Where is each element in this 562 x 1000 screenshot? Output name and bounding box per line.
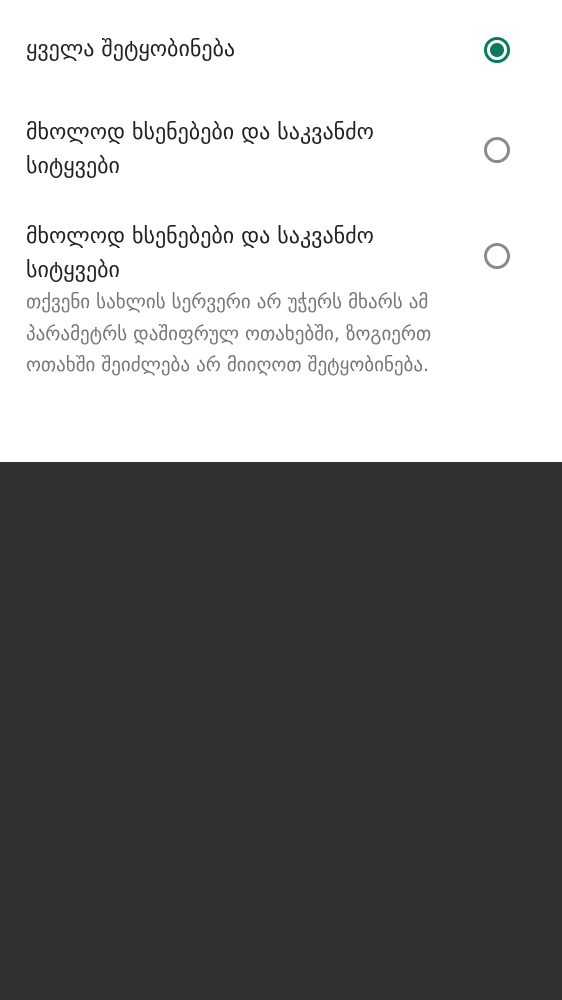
- option-all-messages[interactable]: ყველა შეტყობინება: [0, 14, 562, 86]
- option-mentions-keywords-label: მხოლოდ ხსენებები და საკვანძო სიტყვები: [26, 120, 374, 179]
- option-encrypted-description: თქვენი სახლის სერვერი არ უჭერს მხარს ამ …: [26, 291, 432, 376]
- background-scrim[interactable]: [0, 462, 562, 1000]
- radio-all-messages[interactable]: [484, 37, 510, 63]
- option-all-messages-label: ყველა შეტყობინება: [26, 37, 236, 62]
- radio-selected-dot: [490, 43, 504, 57]
- notification-options-sheet: ყველა შეტყობინება მხოლოდ ხსენებები და სა…: [0, 0, 562, 462]
- option-mentions-keywords-encrypted[interactable]: მხოლოდ ხსენებები და საკვანძო სიტყვები თქ…: [0, 208, 562, 452]
- radio-mentions-keywords-encrypted[interactable]: [484, 243, 510, 269]
- option-mentions-keywords[interactable]: მხოლოდ ხსენებები და საკვანძო სიტყვები: [0, 104, 562, 196]
- radio-mentions-keywords[interactable]: [484, 137, 510, 163]
- option-mentions-keywords-encrypted-label: მხოლოდ ხსენებები და საკვანძო სიტყვები: [26, 224, 374, 283]
